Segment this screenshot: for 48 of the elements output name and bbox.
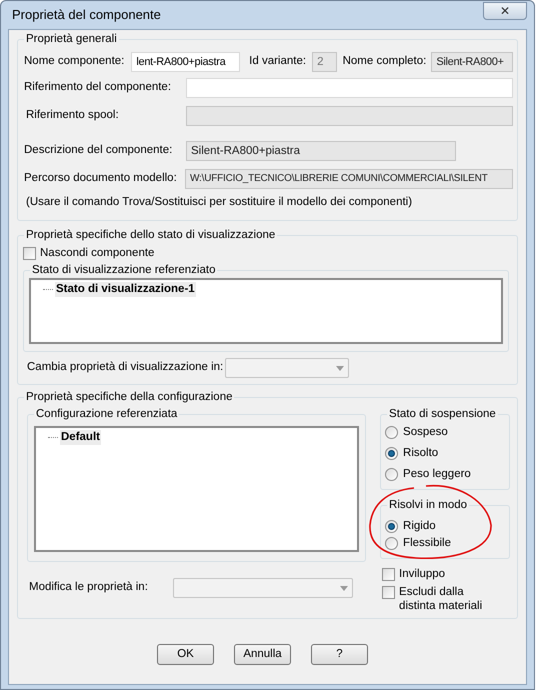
field-label: Descrizione del componente:: [24, 143, 174, 158]
tree-item[interactable]: Default: [60, 430, 101, 445]
dropdown[interactable]: [173, 578, 353, 598]
group-title: Proprietà specifiche della configurazione: [24, 390, 234, 404]
checkbox-label: Inviluppo: [399, 567, 446, 581]
close-button[interactable]: ✕: [483, 2, 527, 20]
group-title: Proprietà specifiche dello stato di visualizzazione: [24, 228, 278, 242]
group-title: Stato di sospensione: [387, 407, 498, 421]
window-title: Proprietà del componente: [11, 6, 161, 24]
dialog-button[interactable]: Annulla: [234, 644, 291, 665]
checkbox-label: Escludi dalla distinta materiali: [399, 585, 484, 613]
checkbox[interactable]: [23, 247, 36, 260]
tree-item[interactable]: Stato di visualizzazione-1: [55, 282, 196, 297]
group-title: Proprietà generali: [24, 32, 119, 46]
checkbox-label: Nascondi componente: [40, 246, 154, 260]
radio-label: Flessibile: [403, 536, 451, 550]
field-label: Riferimento del componente:: [24, 80, 172, 96]
radio-button[interactable]: [385, 520, 398, 532]
group-title: Configurazione referenziata: [34, 407, 180, 421]
dropdown-arrow-icon: [336, 366, 344, 370]
field-label: Modifica le proprietà in:: [29, 580, 149, 596]
hint-text: (Usare il comando Trova/Sostituisci per sostituire il modello dei componenti): [25, 195, 414, 210]
radio-label: Peso leggero: [403, 467, 471, 481]
field-label: Riferimento spool:: [25, 108, 120, 124]
text-field[interactable]: W:\UFFICIO_TECNICO\LIBRERIE COMUNI\COMMERCIALI\SILENT: [184, 169, 513, 189]
dialog-button[interactable]: OK: [157, 644, 214, 665]
checkbox[interactable]: [382, 586, 396, 599]
field-label: Nome completo:: [342, 54, 426, 70]
radio-button[interactable]: [385, 536, 398, 550]
checkbox[interactable]: [382, 568, 396, 581]
radio-label: Risolto: [403, 446, 438, 460]
text-field[interactable]: [186, 78, 513, 98]
field-label: Cambia proprietà di visualizzazione in:: [27, 360, 224, 376]
dropdown[interactable]: [225, 358, 350, 378]
radio-button[interactable]: [385, 468, 398, 480]
dropdown-arrow-icon: [340, 586, 348, 590]
text-field[interactable]: Silent-RA800+: [431, 52, 513, 72]
text-field[interactable]: Silent-RA800+piastra: [186, 141, 456, 161]
radio-label: Sospeso: [403, 425, 448, 439]
radio-label: Rigido: [403, 519, 436, 533]
dialog-button[interactable]: ?: [311, 644, 368, 665]
field-label: Id variante:: [249, 54, 306, 70]
text-field[interactable]: lent-RA800+piastra: [131, 52, 240, 72]
text-field[interactable]: 2: [312, 52, 337, 72]
field-label: Percorso documento modello:: [24, 171, 178, 186]
field-label: Nome componente:: [24, 54, 124, 70]
radio-button[interactable]: [385, 426, 398, 438]
radio-button[interactable]: [385, 446, 398, 460]
